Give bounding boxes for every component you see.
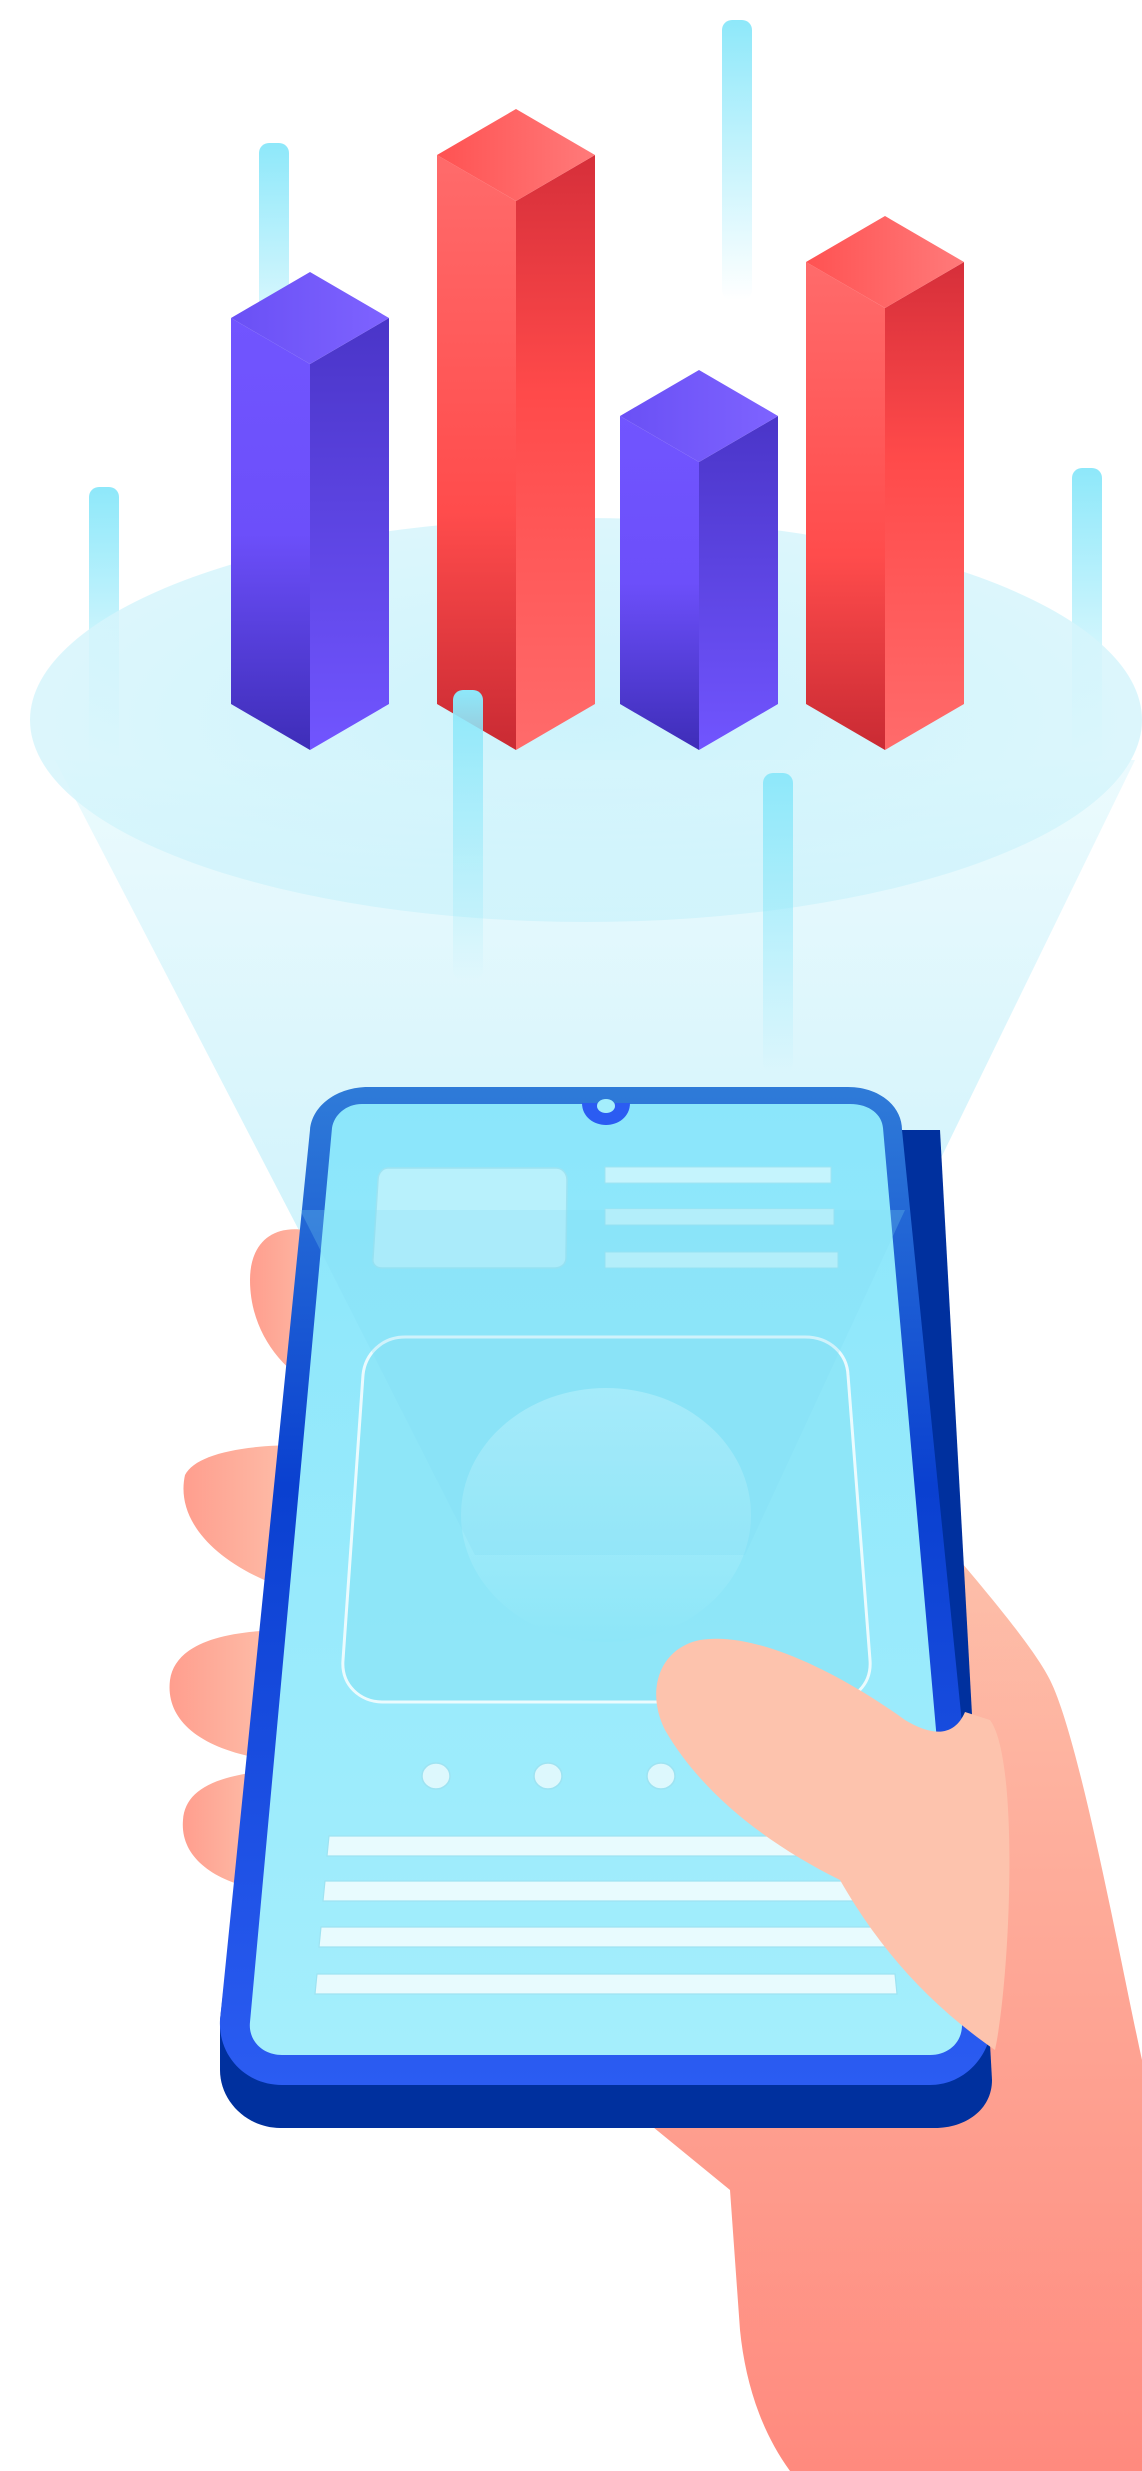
illustration-stage	[0, 0, 1142, 2471]
screen-text-line	[322, 1880, 896, 1902]
chart-bar-purple-1	[231, 272, 389, 750]
screen-text-line	[318, 1926, 892, 1948]
glow-line	[453, 690, 483, 980]
phone-data-illustration	[30, 20, 1142, 2471]
page-dot	[533, 1762, 563, 1790]
glow-line	[722, 20, 752, 300]
chart-bar-red-1	[437, 109, 595, 750]
front-camera-icon	[597, 1099, 615, 1113]
page-dot	[421, 1762, 451, 1790]
chart-bar-purple-2	[620, 370, 778, 750]
page-dot	[646, 1762, 676, 1790]
chart-bar-red-2	[806, 216, 964, 750]
screen-text-line	[604, 1166, 832, 1184]
glow-line	[763, 773, 793, 1073]
screen-text-line	[314, 1973, 898, 1995]
